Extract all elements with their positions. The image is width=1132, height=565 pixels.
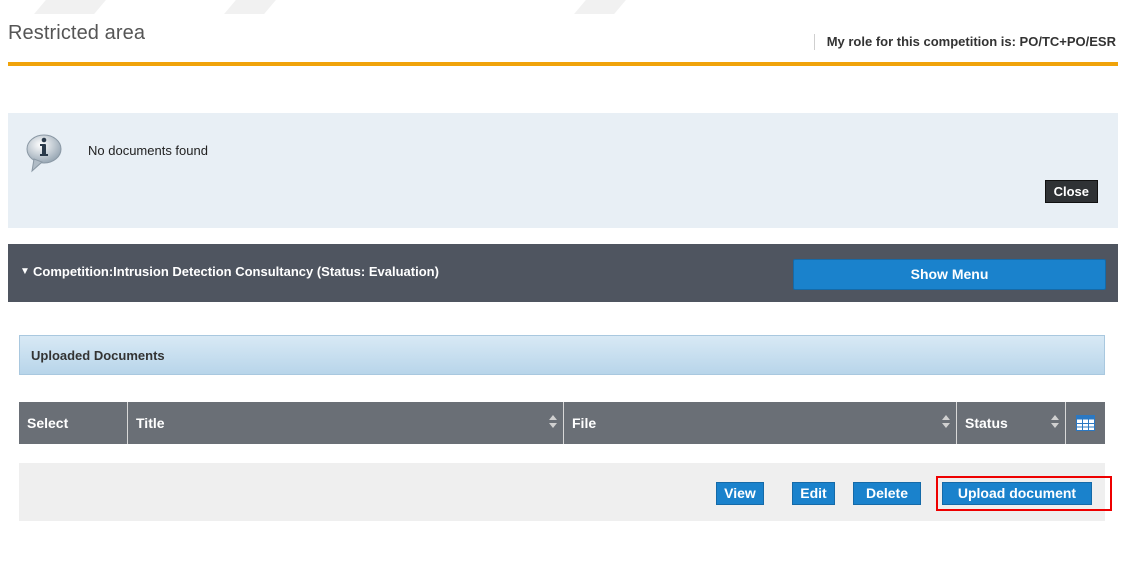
- uploaded-documents-panel-header: Uploaded Documents: [19, 335, 1105, 375]
- delete-button[interactable]: Delete: [853, 482, 921, 505]
- documents-action-bar: View Edit Delete Upload document: [19, 463, 1112, 521]
- column-header-label: Title: [136, 415, 165, 431]
- table-columns-icon[interactable]: [1076, 415, 1095, 431]
- column-header-label: Status: [965, 415, 1008, 431]
- info-message: No documents found: [88, 143, 208, 158]
- caret-down-icon[interactable]: ▼: [20, 266, 30, 277]
- sort-icon[interactable]: [1051, 415, 1059, 429]
- column-header-select: Select: [19, 402, 128, 444]
- panel-title: Uploaded Documents: [31, 348, 165, 363]
- close-button[interactable]: Close: [1044, 180, 1098, 203]
- column-chooser-button[interactable]: [1066, 402, 1105, 444]
- column-header-label: Select: [27, 415, 69, 431]
- watermark-stroke: [34, 0, 106, 14]
- column-header-label: File: [572, 415, 597, 431]
- documents-table-header: Select Title File Status: [19, 402, 1105, 444]
- column-header-title[interactable]: Title: [128, 402, 564, 444]
- page-title: Restricted area: [8, 22, 146, 44]
- edit-button[interactable]: Edit: [792, 482, 835, 505]
- show-menu-button[interactable]: Show Menu: [793, 259, 1106, 290]
- competition-bar[interactable]: ▼ Competition:Intrusion Detection Consul…: [8, 244, 1118, 302]
- watermark-stroke: [574, 0, 626, 14]
- column-header-file[interactable]: File: [564, 402, 957, 444]
- sort-icon[interactable]: [942, 415, 950, 429]
- info-message-box: No documents found Close: [8, 113, 1118, 228]
- page-header: Restricted area My role for this competi…: [8, 22, 1118, 66]
- role-label: My role for this competition is: PO/TC+P…: [813, 34, 1116, 50]
- watermark-stroke: [224, 0, 276, 14]
- column-header-status[interactable]: Status: [957, 402, 1066, 444]
- upload-document-button[interactable]: Upload document: [942, 482, 1092, 505]
- competition-label: Competition:Intrusion Detection Consulta…: [33, 264, 439, 279]
- info-icon: [26, 134, 62, 173]
- view-button[interactable]: View: [716, 482, 764, 505]
- sort-icon[interactable]: [549, 415, 557, 429]
